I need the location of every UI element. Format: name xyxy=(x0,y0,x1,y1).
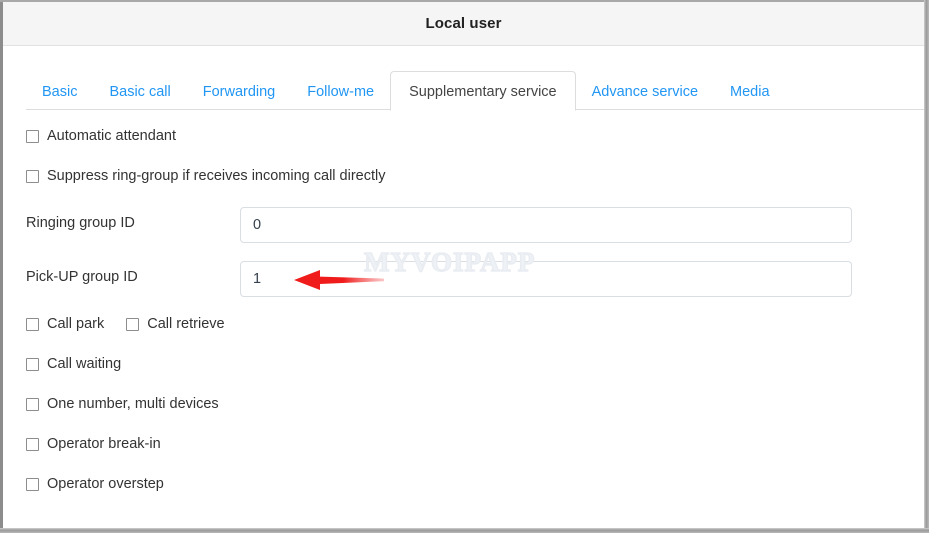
checkbox-label-automatic-attendant: Automatic attendant xyxy=(47,128,176,144)
input-ringing-group-id[interactable] xyxy=(240,207,852,243)
checkbox-label-call-waiting: Call waiting xyxy=(47,356,122,372)
checkbox-row-operator-break-in[interactable]: Operator break-in xyxy=(26,436,161,452)
checkbox-call-park[interactable] xyxy=(26,317,39,331)
checkbox-one-number-multi-devices[interactable] xyxy=(26,397,39,411)
local-user-dialog: Local user Basic Basic call Forwarding Foll… xyxy=(0,0,929,533)
tab-basic-call[interactable]: Basic call xyxy=(93,71,186,111)
checkbox-suppress-ring-group[interactable] xyxy=(26,169,39,183)
checkbox-operator-overstep[interactable] xyxy=(26,477,39,491)
checkbox-label-call-park: Call park xyxy=(47,316,105,332)
checkbox-operator-break-in[interactable] xyxy=(26,437,39,451)
label-ringing-group-id: Ringing group ID xyxy=(26,215,135,231)
checkbox-row-automatic-attendant[interactable]: Automatic attendant xyxy=(26,128,176,144)
checkbox-label-operator-overstep: Operator overstep xyxy=(47,476,164,492)
checkbox-label-one-number-multi-devices: One number, multi devices xyxy=(47,396,219,412)
checkbox-row-operator-overstep[interactable]: Operator overstep xyxy=(26,476,164,492)
tab-list: Basic Basic call Forwarding Follow-me Supple… xyxy=(26,47,786,111)
checkbox-row-suppress-ring-group[interactable]: Suppress ring-group if receives incoming… xyxy=(26,168,385,184)
tab-media[interactable]: Media xyxy=(714,71,786,111)
tab-supplementary-service[interactable]: Supplementary service xyxy=(390,71,576,111)
checkbox-row-one-number-multi-devices[interactable]: One number, multi devices xyxy=(26,396,219,412)
checkbox-call-retrieve[interactable] xyxy=(126,317,140,331)
label-pickup-group-id: Pick-UP group ID xyxy=(26,269,138,285)
tab-follow-me[interactable]: Follow-me xyxy=(291,71,390,111)
checkbox-label-call-retrieve: Call retrieve xyxy=(147,316,225,332)
tab-advance-service[interactable]: Advance service xyxy=(576,71,714,111)
input-pickup-group-id[interactable] xyxy=(240,261,852,297)
checkbox-row-call-waiting[interactable]: Call waiting xyxy=(26,356,121,372)
checkbox-label-operator-break-in: Operator break-in xyxy=(47,436,161,452)
dialog-titlebar: Local user xyxy=(3,2,924,46)
page-title: Local user xyxy=(425,15,502,32)
checkbox-automatic-attendant[interactable] xyxy=(26,129,39,143)
window-border-right xyxy=(924,0,929,533)
tab-basic[interactable]: Basic xyxy=(26,71,93,111)
checkbox-label-suppress-ring-group: Suppress ring-group if receives incoming… xyxy=(47,168,386,184)
supplementary-service-panel: Automatic attendant Suppress ring-group … xyxy=(3,110,924,528)
field-row-pickup-group-id: Pick-UP group ID xyxy=(26,261,924,297)
field-row-ringing-group-id: Ringing group ID xyxy=(26,207,924,243)
tab-forwarding[interactable]: Forwarding xyxy=(187,71,292,111)
checkbox-call-waiting[interactable] xyxy=(26,357,39,371)
tab-bar: Basic Basic call Forwarding Follow-me Supple… xyxy=(3,47,924,111)
window-border-bottom xyxy=(0,528,929,533)
checkbox-row-call-park-retrieve: Call park Call retrieve xyxy=(26,316,225,332)
